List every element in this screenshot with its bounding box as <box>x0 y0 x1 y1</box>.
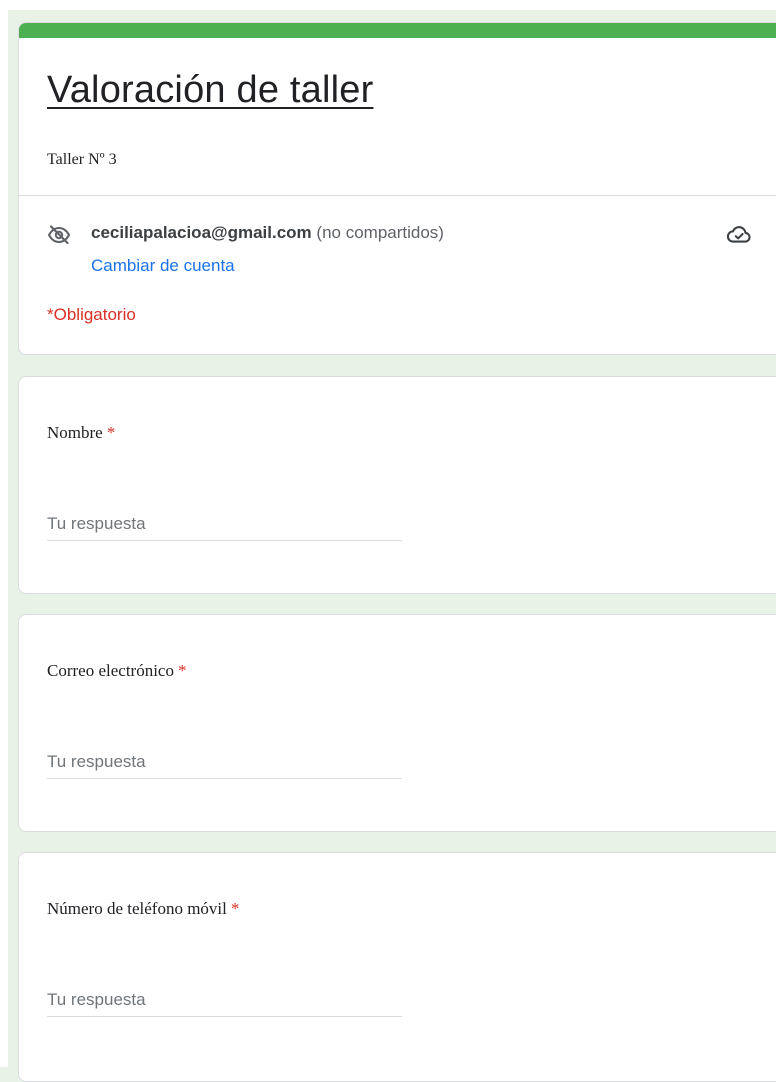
form-title: Valoración de taller <box>47 69 374 111</box>
question-label: Número de teléfono móvil * <box>47 899 239 919</box>
account-info: ceciliapalacioa@gmail.com (no compartido… <box>91 223 444 243</box>
theme-accent-bar <box>19 23 776 38</box>
account-email: ceciliapalacioa@gmail.com <box>91 223 312 242</box>
form-description: Taller Nº 3 <box>47 151 117 168</box>
required-asterisk: * <box>230 899 240 918</box>
question-title: Correo electrónico <box>47 661 174 680</box>
form-header-card: Valoración de taller Taller Nº 3 cecilia… <box>18 22 776 355</box>
visibility-off-icon <box>47 223 71 247</box>
cloud-done-icon[interactable] <box>726 221 752 247</box>
account-visibility-note: (no compartidos) <box>316 223 444 242</box>
question-label: Correo electrónico * <box>47 661 186 681</box>
question-label: Nombre * <box>47 423 115 443</box>
required-note: *Obligatorio <box>47 305 136 324</box>
question-card-email: Correo electrónico * <box>18 614 776 832</box>
phone-input[interactable] <box>47 983 402 1017</box>
required-asterisk: * <box>106 423 116 442</box>
email-input[interactable] <box>47 745 402 779</box>
name-input[interactable] <box>47 507 402 541</box>
divider <box>19 195 776 196</box>
question-title: Número de teléfono móvil <box>47 899 227 918</box>
switch-account-link[interactable]: Cambiar de cuenta <box>91 256 235 276</box>
question-card-name: Nombre * <box>18 376 776 594</box>
required-asterisk: * <box>177 661 187 680</box>
question-title: Nombre <box>47 423 103 442</box>
question-card-phone: Número de teléfono móvil * <box>18 852 776 1082</box>
